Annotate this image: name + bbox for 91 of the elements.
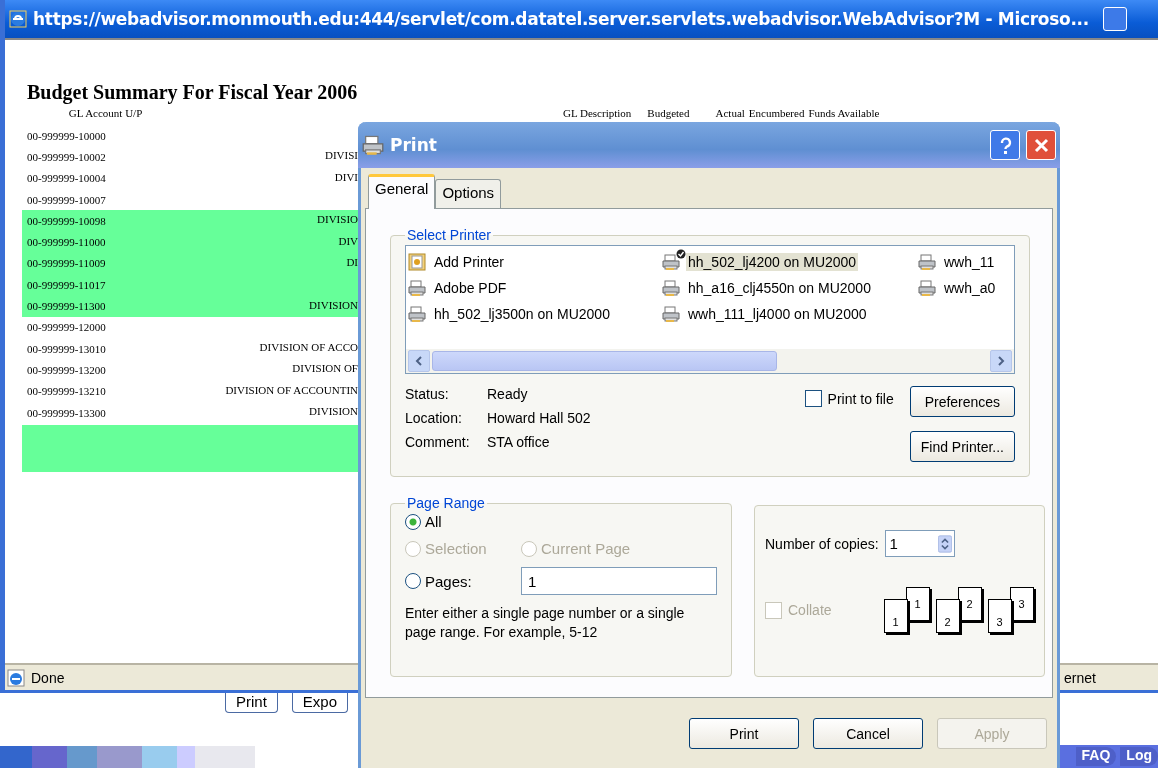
dialog-title: Print [390,135,438,155]
printer-item[interactable]: wwh_111_lj4000 on MU2000 [686,305,869,323]
table-cell-text: 00-999999-13300 [27,406,107,419]
close-button[interactable] [1026,130,1056,160]
status-zone: ernet [1064,669,1097,686]
column-header: Actual [715,107,745,121]
radio-label[interactable]: All [425,513,442,530]
table-cell-text: DIVISION [308,405,358,419]
radio-button[interactable] [405,573,421,589]
tab[interactable]: Options [435,179,502,208]
table-cell-text: 00-999999-12000 [27,321,107,334]
field-label: Status: [405,386,450,402]
table-cell-text: 00-999999-10098 [27,214,107,227]
page-heading: Budget Summary For Fiscal Year 2006 [27,81,359,106]
field-value: STA office [487,434,551,450]
printer-item[interactable]: wwh_a0 [942,279,998,297]
radio-button[interactable] [405,513,421,530]
printer-item[interactable]: Add Printer [432,253,507,271]
checkbox-label[interactable]: Print to file [827,390,894,407]
radio-label[interactable]: Pages: [425,572,472,590]
field-value: Howard Hall 502 [487,410,592,426]
column-header: GL Description [563,107,632,121]
horizontal-scrollbar[interactable] [406,349,1014,373]
table-cell-text: DIVISION OF ACCOUNTIN [224,383,358,398]
dialog-button[interactable]: Print [689,718,799,749]
printer-icon [662,279,680,297]
table-cell-text: DIVISIO [316,213,358,228]
footer-link[interactable]: FAQ [1075,747,1117,766]
table-cell-text: DIVISI [324,149,358,164]
page-button[interactable]: Print [225,693,278,713]
checkbox[interactable] [804,390,822,407]
add-printer-icon [408,253,426,271]
status-text: Done [31,669,66,686]
page-sheet: 3 [987,599,1012,633]
column-header: Encumbered [748,107,805,121]
column-header: GL Account U/P [67,107,144,121]
table-cell-text: 00-999999-13200 [27,363,107,376]
printer-icon [662,305,680,323]
hint-text: Enter either a single page number or a single page range. For example, 5-12 [405,604,686,642]
printer-icon [362,134,384,156]
table-cell-text: 00-999999-10002 [27,150,107,163]
table-cell-text: DIVISION OF [291,362,358,377]
field-label: Number of copies: [765,535,879,552]
printer-item[interactable]: wwh_11 [942,253,997,271]
table-cell-text: 00-999999-11300 [27,300,107,312]
printer-icon [662,253,680,271]
dialog-button[interactable]: Find Printer... [909,431,1015,462]
page-sheet: 1 [883,599,908,633]
scroll-thumb[interactable] [432,351,777,371]
table-cell-text: 00-999999-11017 [27,278,107,291]
group-label: Select Printer [406,227,493,243]
scroll-right-button[interactable] [990,350,1012,372]
printer-item[interactable]: hh_502_lj3500n on MU2000 [432,305,612,323]
printer-icon [918,279,936,297]
table-cell-text: 00-999999-11009 [27,257,107,270]
scroll-left-button[interactable] [408,350,430,372]
printer-item[interactable]: hh_502_lj4200 on MU2000 [686,253,859,271]
printer-icon [408,305,426,323]
field-label: Location: [405,410,463,426]
spin-arrows-icon [937,532,952,555]
group-label: Page Range [406,495,486,511]
table-cell-text: DI [345,255,358,270]
table-cell-text: 00-999999-11000 [27,236,107,249]
table-cell-text: 00-999999-10007 [27,193,107,206]
field-label: Comment: [405,434,471,450]
page-sheet: 2 [935,599,960,633]
window-title: https://webadvisor.monmouth.edu:444/servlet/com.datatel.server.servlets.webadvisor.WebAdvisor?M - Microso... [33,9,1089,29]
tab[interactable]: General [368,174,436,209]
copies-spinner[interactable]: 1 [884,530,955,557]
printer-item[interactable]: hh_a16_clj4550n on MU2000 [686,279,873,297]
footer-link[interactable]: Log [1120,747,1158,766]
column-header: Funds Available [808,107,880,121]
table-cell-text: DIVI [333,170,358,185]
pages-field[interactable]: 1 [521,567,717,595]
printer-icon [408,279,426,297]
table-cell-text: 00-999999-13210 [27,385,107,398]
help-button[interactable] [990,130,1020,160]
table-cell-text: 00-999999-10004 [27,172,107,185]
table-cell-text: 00-999999-10000 [27,129,107,142]
table-cell-text: DIVISION [308,298,358,313]
table-cell-text: 00-999999-13010 [27,342,107,355]
dialog-button[interactable]: Cancel [813,718,923,749]
printer-icon [918,253,936,271]
table-cell-text: DIVISION OF ACCO [258,341,358,356]
minimize-button[interactable] [1102,7,1127,31]
field-value: Ready [487,386,529,402]
column-header: Budgeted [647,107,690,121]
dialog-button[interactable]: Preferences [909,386,1015,417]
printer-item[interactable]: Adobe PDF [432,279,509,297]
table-cell-text: DIV [337,234,358,249]
page-button[interactable]: Expo [291,693,349,713]
